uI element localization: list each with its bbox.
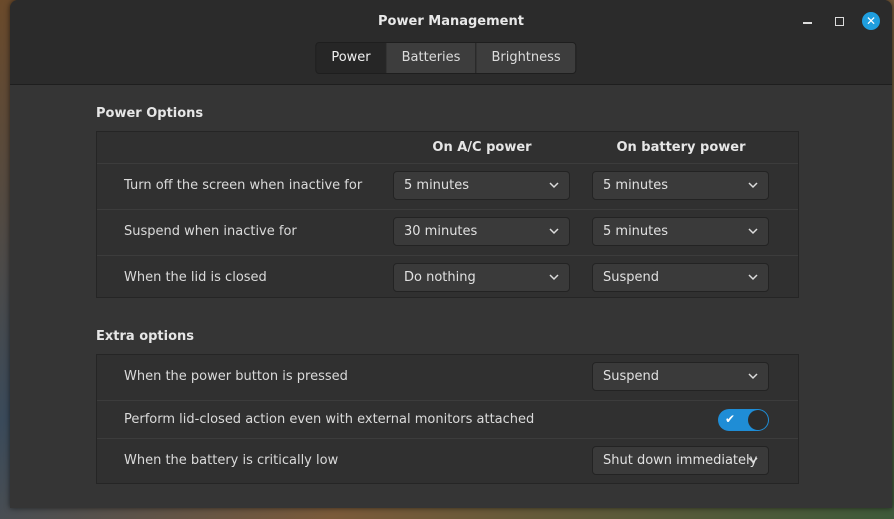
lid-closed-ac-select[interactable]: Do nothing: [393, 263, 570, 292]
row-lid-external-monitors: Perform lid-closed action even with exte…: [97, 400, 798, 438]
battery-critical-select[interactable]: Shut down immediately: [592, 446, 769, 475]
tab-bar: Power Batteries Brightness: [315, 42, 577, 74]
row-suspend: Suspend when inactive for 30 minutes 5 m…: [97, 209, 798, 255]
maximize-icon[interactable]: [830, 12, 848, 30]
power-button-select[interactable]: Suspend: [592, 362, 769, 391]
lid-external-toggle[interactable]: ✔: [718, 409, 769, 431]
screen-off-battery-select[interactable]: 5 minutes: [592, 171, 769, 200]
suspend-ac-select[interactable]: 30 minutes: [393, 217, 570, 246]
extra-options-frame: When the power button is pressed Suspend…: [96, 354, 799, 484]
tab-brightness[interactable]: Brightness: [475, 43, 576, 73]
row-battery-critical: When the battery is critically low Shut …: [97, 438, 798, 483]
select-value: 30 minutes: [404, 224, 478, 239]
content-area: Power Options On A/C power On battery po…: [10, 85, 892, 508]
chevron-down-icon: [748, 457, 758, 464]
col-header-battery: On battery power: [616, 140, 746, 155]
lid-closed-battery-select[interactable]: Suspend: [592, 263, 769, 292]
row-label: Suspend when inactive for: [124, 224, 297, 239]
col-header-ac: On A/C power: [432, 140, 532, 155]
select-value: 5 minutes: [603, 178, 669, 193]
tab-batteries[interactable]: Batteries: [385, 43, 476, 73]
power-options-frame: On A/C power On battery power Turn off t…: [96, 131, 799, 298]
minimize-icon[interactable]: [798, 12, 816, 30]
select-value: Shut down immediately: [603, 453, 758, 468]
select-value: 5 minutes: [404, 178, 470, 193]
select-value: 5 minutes: [603, 224, 669, 239]
chevron-down-icon: [549, 228, 559, 235]
extra-options-title: Extra options: [96, 329, 195, 344]
chevron-down-icon: [549, 274, 559, 281]
window-title: Power Management: [378, 14, 524, 29]
chevron-down-icon: [748, 228, 758, 235]
row-label: When the power button is pressed: [124, 369, 348, 384]
row-label: Perform lid-closed action even with exte…: [124, 412, 535, 427]
check-icon: ✔: [725, 412, 736, 426]
chevron-down-icon: [748, 182, 758, 189]
select-value: Do nothing: [404, 270, 476, 285]
chevron-down-icon: [748, 274, 758, 281]
suspend-battery-select[interactable]: 5 minutes: [592, 217, 769, 246]
close-icon[interactable]: ✕: [862, 12, 880, 30]
row-lid-closed: When the lid is closed Do nothing Suspen…: [97, 255, 798, 299]
power-management-window: Power Management ✕ Power Batteries Brigh…: [10, 0, 892, 508]
row-label: When the lid is closed: [124, 270, 267, 285]
chevron-down-icon: [748, 373, 758, 380]
titlebar[interactable]: Power Management ✕ Power Batteries Brigh…: [10, 0, 892, 85]
row-label: Turn off the screen when inactive for: [124, 178, 363, 193]
window-controls: ✕: [798, 12, 880, 30]
toggle-knob: [748, 410, 768, 430]
row-label: When the battery is critically low: [124, 453, 339, 468]
row-power-button: When the power button is pressed Suspend: [97, 355, 798, 400]
power-options-title: Power Options: [96, 106, 204, 121]
select-value: Suspend: [603, 270, 660, 285]
row-screen-off: Turn off the screen when inactive for 5 …: [97, 163, 798, 209]
power-options-header-row: On A/C power On battery power: [97, 132, 798, 163]
chevron-down-icon: [549, 182, 559, 189]
tab-power[interactable]: Power: [316, 43, 386, 73]
select-value: Suspend: [603, 369, 660, 384]
screen-off-ac-select[interactable]: 5 minutes: [393, 171, 570, 200]
